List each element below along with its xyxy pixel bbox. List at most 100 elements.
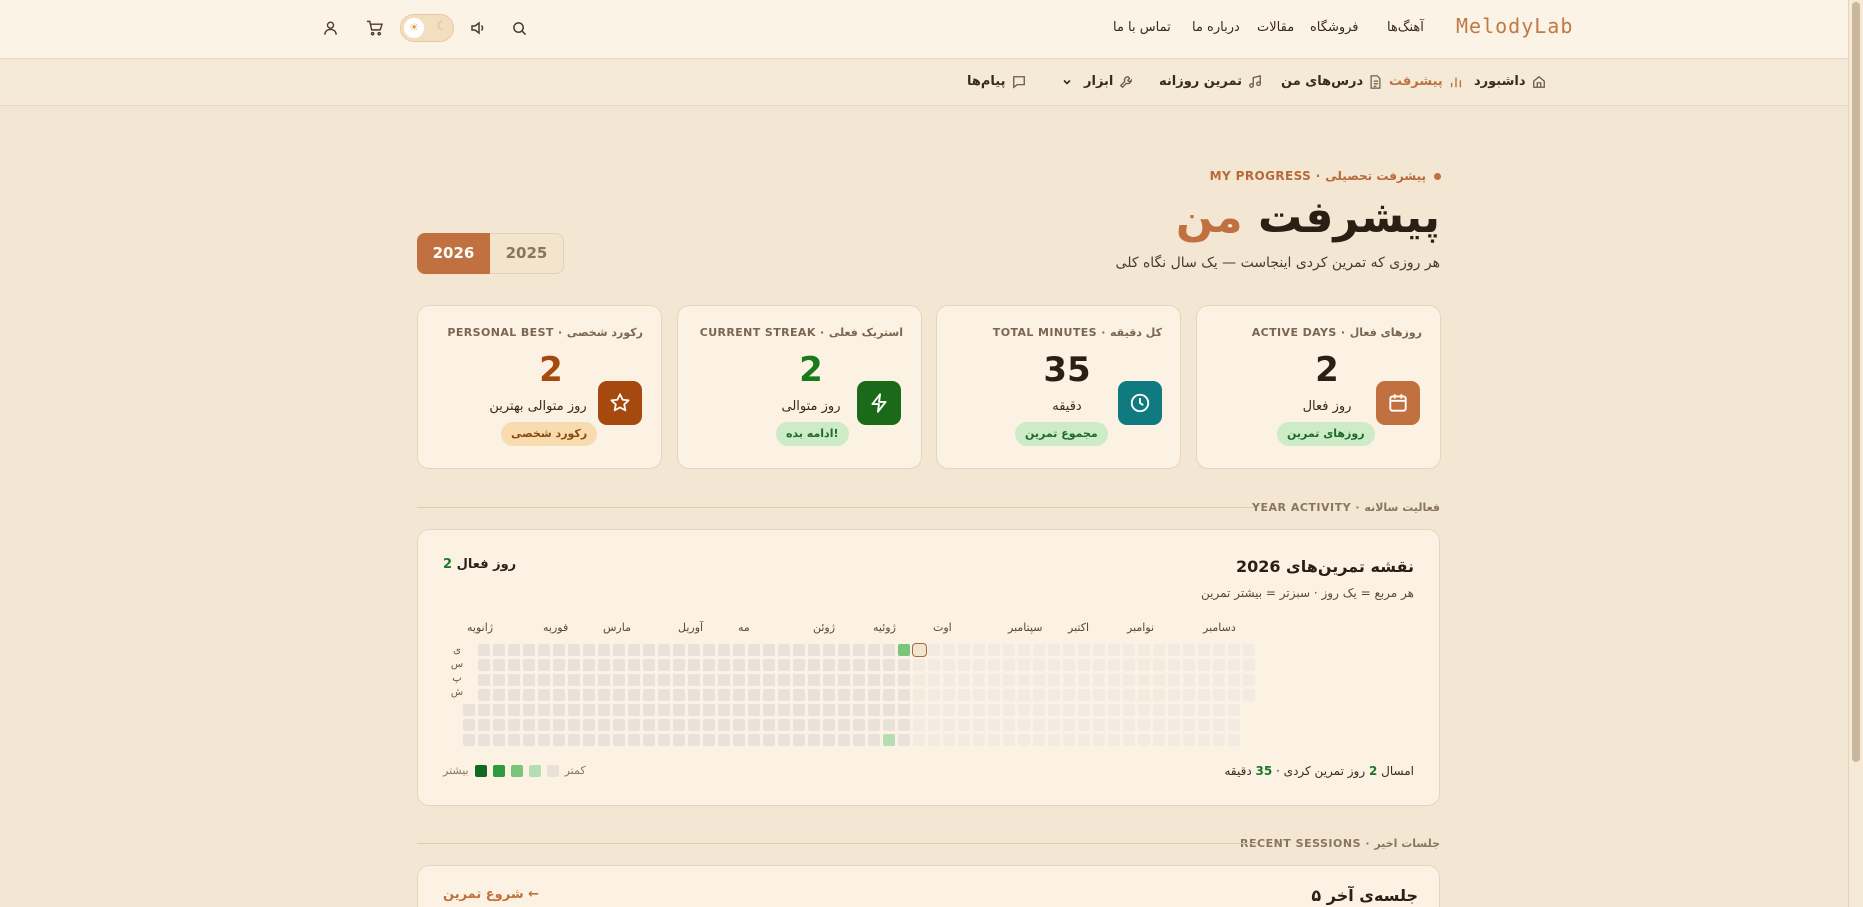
heatmap-day-cell[interactable] — [808, 659, 820, 671]
heatmap-day-cell[interactable] — [823, 734, 835, 746]
heatmap-day-cell[interactable] — [583, 659, 595, 671]
heatmap-day-cell[interactable] — [943, 689, 955, 701]
heatmap-day-cell[interactable] — [958, 644, 970, 656]
heatmap-day-cell[interactable] — [688, 659, 700, 671]
heatmap-day-cell[interactable] — [928, 734, 940, 746]
heatmap-day-cell[interactable] — [568, 719, 580, 731]
heatmap-day-cell[interactable] — [1078, 659, 1090, 671]
heatmap-day-cell[interactable] — [673, 704, 685, 716]
heatmap-day-cell[interactable] — [823, 674, 835, 686]
heatmap-day-cell[interactable] — [598, 719, 610, 731]
heatmap-day-cell[interactable] — [703, 704, 715, 716]
heatmap-day-cell[interactable] — [1153, 659, 1165, 671]
heatmap-day-cell[interactable] — [988, 644, 1000, 656]
heatmap-day-cell[interactable] — [913, 734, 925, 746]
heatmap-day-cell[interactable] — [688, 644, 700, 656]
heatmap-day-cell[interactable] — [1108, 689, 1120, 701]
heatmap-day-cell[interactable] — [838, 659, 850, 671]
heatmap-day-cell[interactable] — [1018, 659, 1030, 671]
heatmap-day-cell[interactable] — [643, 659, 655, 671]
heatmap-day-cell[interactable] — [763, 734, 775, 746]
heatmap-day-cell[interactable] — [538, 719, 550, 731]
heatmap-day-cell[interactable] — [928, 659, 940, 671]
heatmap-day-cell[interactable] — [523, 719, 535, 731]
heatmap-day-cell[interactable] — [1093, 734, 1105, 746]
heatmap-day-cell[interactable] — [823, 659, 835, 671]
heatmap-day-cell[interactable] — [1138, 719, 1150, 731]
heatmap-day-cell[interactable] — [568, 659, 580, 671]
heatmap-day-cell[interactable] — [853, 704, 865, 716]
heatmap-day-cell[interactable] — [718, 674, 730, 686]
heatmap-day-cell[interactable] — [748, 674, 760, 686]
heatmap-day-cell[interactable] — [688, 689, 700, 701]
heatmap-day-cell[interactable] — [688, 704, 700, 716]
heatmap-day-cell[interactable] — [613, 704, 625, 716]
heatmap-day-cell[interactable] — [1183, 734, 1195, 746]
heatmap-day-cell[interactable] — [1138, 644, 1150, 656]
heatmap-day-cell[interactable] — [1123, 704, 1135, 716]
heatmap-day-cell[interactable] — [973, 704, 985, 716]
heatmap-day-cell[interactable] — [568, 734, 580, 746]
heatmap-day-cell[interactable] — [778, 689, 790, 701]
heatmap-day-cell[interactable] — [1153, 734, 1165, 746]
heatmap-day-cell[interactable] — [883, 659, 895, 671]
subnav-tools[interactable]: ابزار — [1062, 74, 1133, 89]
heatmap-day-cell[interactable] — [838, 734, 850, 746]
heatmap-day-cell[interactable] — [763, 704, 775, 716]
heatmap-day-cell[interactable] — [508, 689, 520, 701]
heatmap-day-cell[interactable] — [493, 734, 505, 746]
heatmap-day-cell[interactable] — [823, 644, 835, 656]
heatmap-day-cell[interactable] — [628, 644, 640, 656]
heatmap-day-cell[interactable] — [748, 644, 760, 656]
heatmap-day-cell[interactable] — [778, 644, 790, 656]
heatmap-day-cell[interactable] — [553, 704, 565, 716]
heatmap-day-cell[interactable] — [1063, 644, 1075, 656]
heatmap-day-cell[interactable] — [613, 734, 625, 746]
heatmap-day-cell[interactable] — [538, 689, 550, 701]
heatmap-day-cell[interactable] — [1228, 719, 1240, 731]
heatmap-day-cell[interactable] — [883, 644, 895, 656]
heatmap-day-cell[interactable] — [718, 704, 730, 716]
heatmap-day-cell[interactable] — [838, 674, 850, 686]
heatmap-day-cell[interactable] — [958, 689, 970, 701]
heatmap-day-cell[interactable] — [583, 644, 595, 656]
heatmap-day-cell[interactable] — [688, 734, 700, 746]
heatmap-day-cell[interactable] — [1078, 674, 1090, 686]
heatmap-day-cell[interactable] — [883, 704, 895, 716]
heatmap-day-cell[interactable] — [898, 734, 910, 746]
start-practice-link[interactable]: شروع تمرین ← — [443, 887, 539, 902]
heatmap-day-cell[interactable] — [868, 704, 880, 716]
heatmap-day-cell[interactable] — [883, 674, 895, 686]
heatmap-day-cell[interactable] — [1213, 719, 1225, 731]
heatmap-day-cell[interactable] — [733, 659, 745, 671]
heatmap-day-cell[interactable] — [553, 719, 565, 731]
heatmap-day-cell[interactable] — [943, 719, 955, 731]
heatmap-day-cell[interactable] — [1003, 734, 1015, 746]
heatmap-day-cell[interactable] — [1138, 704, 1150, 716]
heatmap-day-cell[interactable] — [868, 719, 880, 731]
heatmap-day-cell[interactable] — [523, 734, 535, 746]
heatmap-day-cell[interactable] — [958, 674, 970, 686]
heatmap-day-cell[interactable] — [1183, 689, 1195, 701]
heatmap-day-cell[interactable] — [1108, 719, 1120, 731]
heatmap-today-cell[interactable] — [912, 643, 927, 657]
heatmap-day-cell[interactable] — [1123, 659, 1135, 671]
heatmap-day-cell[interactable] — [928, 689, 940, 701]
heatmap-day-cell[interactable] — [1018, 704, 1030, 716]
heatmap-day-cell[interactable] — [1153, 719, 1165, 731]
heatmap-day-cell[interactable] — [853, 689, 865, 701]
heatmap-day-cell[interactable] — [1153, 689, 1165, 701]
heatmap-day-cell[interactable] — [538, 704, 550, 716]
heatmap-day-cell[interactable] — [598, 659, 610, 671]
heatmap-day-cell[interactable] — [583, 734, 595, 746]
heatmap-day-cell[interactable] — [1138, 734, 1150, 746]
heatmap-day-cell[interactable] — [1018, 644, 1030, 656]
heatmap-day-cell[interactable] — [1228, 644, 1240, 656]
heatmap-day-cell[interactable] — [1228, 659, 1240, 671]
heatmap-day-cell[interactable] — [1138, 674, 1150, 686]
heatmap-day-cell[interactable] — [598, 674, 610, 686]
heatmap-day-cell[interactable] — [793, 689, 805, 701]
subnav-progress[interactable]: پیشرفت — [1389, 74, 1463, 89]
heatmap-day-cell[interactable] — [568, 704, 580, 716]
heatmap-day-cell[interactable] — [763, 644, 775, 656]
